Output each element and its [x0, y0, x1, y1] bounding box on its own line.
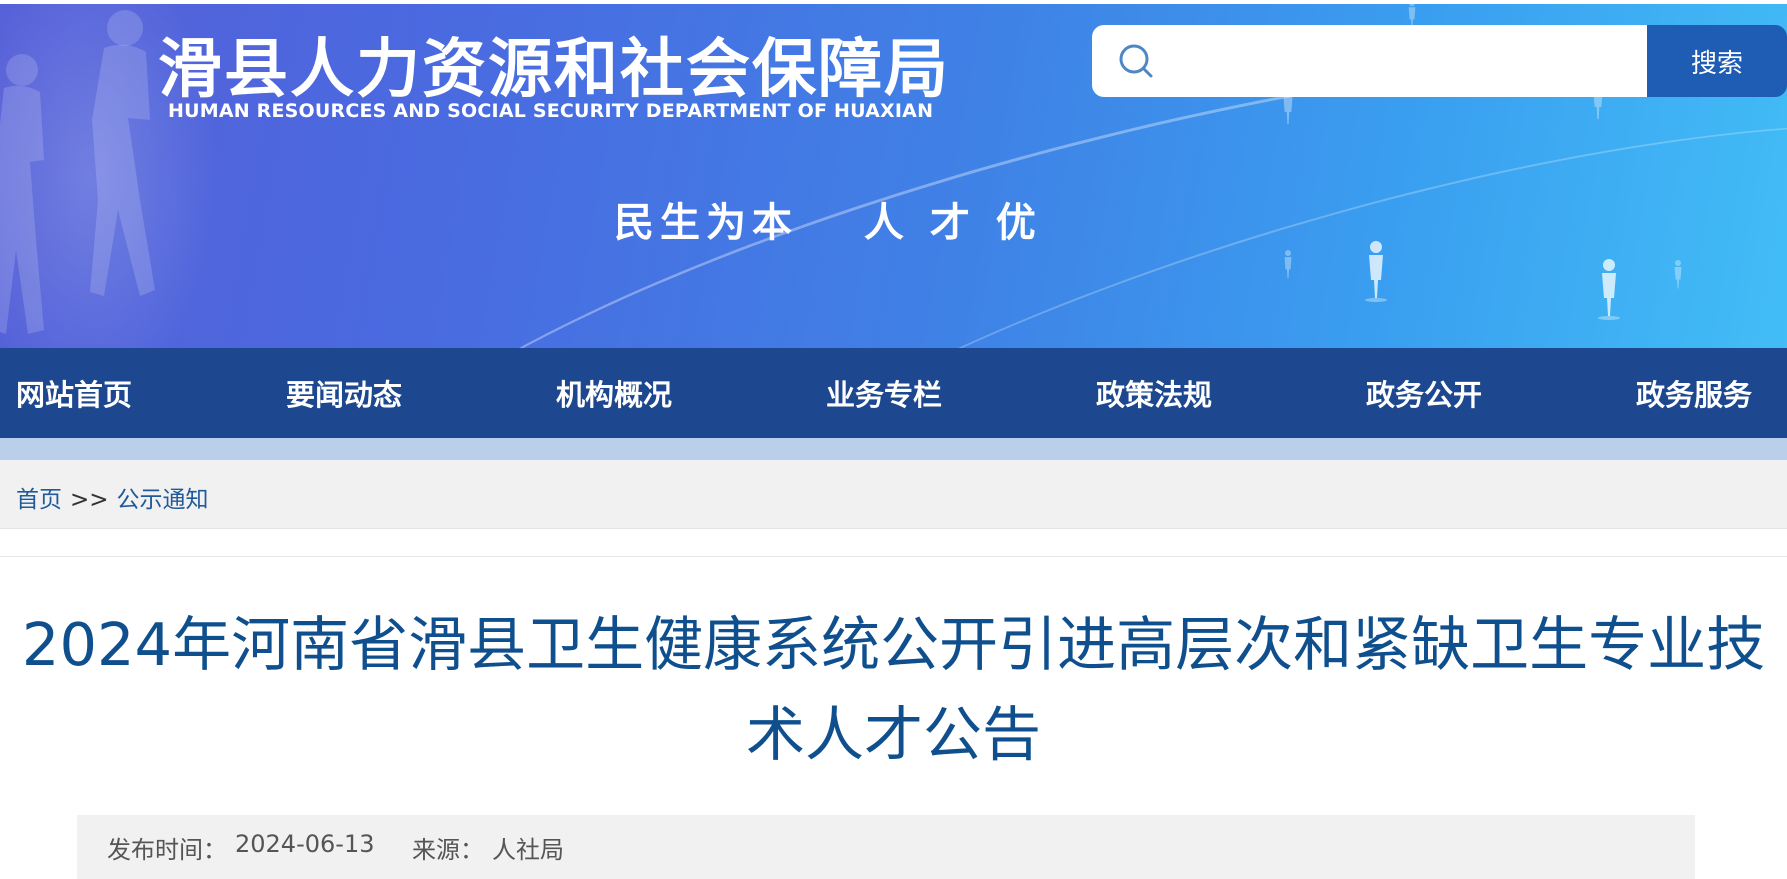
nav-item-home[interactable]: 网站首页 — [16, 348, 132, 438]
publish-label: 发布时间： — [107, 836, 227, 864]
article-title: 2024年河南省滑县卫生健康系统公开引进高层次和紧缺卫生专业技术人才公告 — [21, 610, 1766, 769]
breadcrumb: 首页 >> 公示通知 — [0, 460, 1787, 529]
banner-top-line — [0, 0, 1787, 4]
main-nav: 网站首页 要闻动态 机构概况 业务专栏 政策法规 政务公开 政务服务 — [0, 348, 1787, 438]
article-meta-bar: 发布时间： 2024-06-13 来源： 人社局 — [77, 815, 1695, 879]
site-subtitle: HUMAN RESOURCES AND SOCIAL SECURITY DEPA… — [168, 100, 934, 122]
header-banner: 滑县人力资源和社会保障局 HUMAN RESOURCES AND SOCIAL … — [0, 0, 1787, 348]
search-input[interactable] — [1174, 37, 1638, 87]
nav-item-business[interactable]: 业务专栏 — [826, 348, 942, 438]
nav-item-disclosure[interactable]: 政务公开 — [1366, 348, 1482, 438]
nav-divider-stripe — [0, 438, 1787, 460]
publish-date: 2024-06-13 — [235, 830, 375, 858]
breadcrumb-separator: >> — [70, 487, 109, 513]
nav-item-news[interactable]: 要闻动态 — [286, 348, 402, 438]
source-value: 人社局 — [492, 836, 564, 864]
source-label: 来源： — [412, 836, 484, 864]
search-box — [1092, 25, 1647, 97]
search-icon[interactable] — [1118, 43, 1156, 85]
content-top-border — [0, 556, 1787, 557]
breadcrumb-current-link[interactable]: 公示通知 — [117, 487, 209, 513]
person-figure-icon — [1598, 259, 1620, 320]
nav-item-services[interactable]: 政务服务 — [1636, 348, 1752, 438]
search-button[interactable]: 搜索 — [1647, 25, 1787, 97]
person-figure-icon — [1674, 260, 1682, 289]
nav-item-about[interactable]: 机构概况 — [556, 348, 672, 438]
person-figure-icon — [1284, 250, 1292, 279]
nav-item-policy[interactable]: 政策法规 — [1096, 348, 1212, 438]
breadcrumb-home-link[interactable]: 首页 — [16, 487, 62, 513]
banner-slogan: 民生为本 人 才 优 — [614, 200, 1042, 246]
site-title: 滑县人力资源和社会保障局 — [158, 33, 950, 107]
person-figure-icon — [1365, 241, 1387, 302]
